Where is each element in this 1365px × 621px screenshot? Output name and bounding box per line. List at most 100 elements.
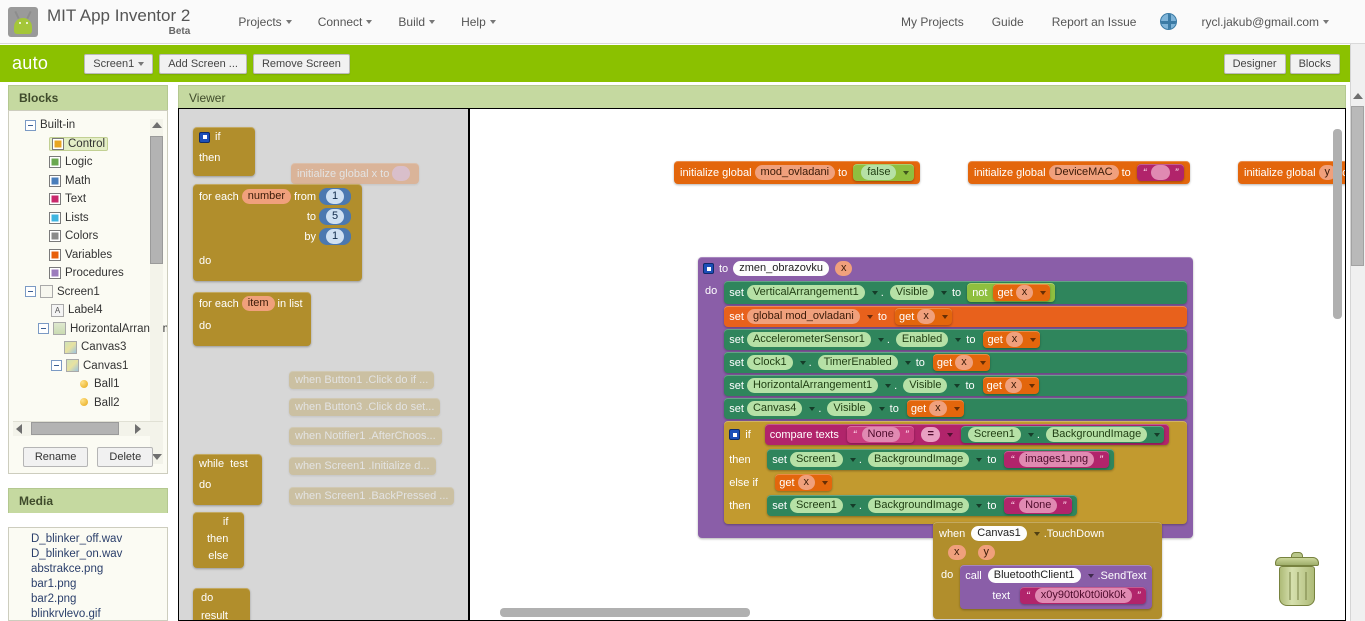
- workspace-vertical-scrollbar[interactable]: [1333, 129, 1342, 319]
- text-value[interactable]: x0y90t0k0t0i0k0k: [1034, 588, 1132, 603]
- text-images1-block[interactable]: “ images1.png ”: [1004, 451, 1109, 468]
- menu-build[interactable]: Build: [385, 11, 448, 33]
- menu-connect[interactable]: Connect: [305, 11, 386, 33]
- palette-category-text[interactable]: Text: [9, 190, 167, 209]
- chevron-down-icon[interactable]: [849, 457, 856, 462]
- chevron-down-icon[interactable]: [941, 314, 948, 319]
- chevron-down-icon[interactable]: [979, 360, 986, 365]
- set-global-mod-ovladani-row[interactable]: set global mod_ovladani to get x: [724, 306, 1188, 327]
- chevron-down-icon[interactable]: [1027, 432, 1034, 437]
- flyout-if-then-block[interactable]: if then: [193, 127, 255, 176]
- palette-category-math[interactable]: Math: [9, 172, 167, 191]
- palette-category-lists[interactable]: Lists: [9, 209, 167, 228]
- component-field[interactable]: AccelerometerSensor1: [746, 332, 871, 347]
- chevron-down-icon[interactable]: [1154, 432, 1161, 437]
- property-field[interactable]: TimerEnabled: [817, 355, 898, 370]
- empty-text-block[interactable]: “ ”: [1136, 164, 1185, 181]
- chevron-down-icon[interactable]: [953, 406, 960, 411]
- property-field[interactable]: Visible: [827, 401, 872, 416]
- palette-category-colors[interactable]: Colors: [9, 227, 167, 246]
- chevron-down-icon[interactable]: [903, 170, 910, 175]
- page-scrollbar[interactable]: [1350, 44, 1365, 621]
- chevron-down-icon[interactable]: [885, 383, 892, 388]
- chevron-down-icon[interactable]: [809, 406, 816, 411]
- procedure-name-field[interactable]: zmen_obrazovku: [733, 261, 829, 276]
- flyout-do-result-block[interactable]: do result: [193, 588, 250, 620]
- mutator-icon[interactable]: [703, 263, 714, 274]
- mutator-icon[interactable]: [729, 429, 741, 440]
- property-field[interactable]: Visible: [903, 378, 948, 393]
- scroll-up-icon[interactable]: [1351, 90, 1364, 104]
- chevron-down-icon[interactable]: [1033, 531, 1040, 536]
- blocks-canvas[interactable]: initialize global x to when Button1 .Cli…: [178, 108, 1346, 621]
- get-x-block[interactable]: get x: [932, 354, 990, 371]
- tree-scroll-up-icon[interactable]: [150, 119, 163, 132]
- tree-item-canvas3[interactable]: Canvas3: [9, 338, 167, 357]
- palette-category-control[interactable]: Control: [9, 135, 167, 154]
- chevron-down-icon[interactable]: [954, 383, 961, 388]
- component-field[interactable]: Screen1: [789, 452, 843, 467]
- blocks-tab[interactable]: Blocks: [1289, 53, 1340, 74]
- global-name-field[interactable]: mod_ovladani: [754, 165, 836, 180]
- chevron-down-icon[interactable]: [955, 337, 962, 342]
- get-var-field[interactable]: x: [917, 309, 935, 324]
- media-file-item[interactable]: bar2.png: [9, 592, 167, 607]
- component-field[interactable]: Clock1: [746, 355, 793, 370]
- get-x-block[interactable]: get x: [983, 331, 1041, 348]
- set-accelerometersensor1-enabled-row[interactable]: set AccelerometerSensor1 . Enabled to ge…: [724, 329, 1188, 350]
- set-verticalarrangement1-visible-row[interactable]: set VerticalArrangement1 . Visible to no…: [724, 281, 1188, 304]
- not-block[interactable]: not get x: [967, 283, 1056, 302]
- global-name-field[interactable]: DeviceMAC: [1048, 165, 1119, 180]
- chevron-down-icon[interactable]: [849, 503, 856, 508]
- scroll-right-icon[interactable]: [135, 423, 141, 434]
- chevron-down-icon[interactable]: [946, 432, 953, 437]
- chevron-down-icon[interactable]: [871, 290, 878, 295]
- set-screen1-backgroundimage-none-row[interactable]: set Screen1 . BackgroundImage to “ None: [767, 495, 1078, 516]
- call-component-field[interactable]: BluetoothClient1: [987, 568, 1081, 583]
- get-var-field[interactable]: x: [1005, 332, 1024, 347]
- tree-builtin-root[interactable]: Built-in: [9, 116, 167, 135]
- tree-item-horizontalarrangemer[interactable]: HorizontalArrangemer: [9, 320, 167, 339]
- text-value[interactable]: images1.png: [1019, 452, 1095, 467]
- chevron-down-icon[interactable]: [1087, 573, 1094, 578]
- operator-field[interactable]: =: [921, 427, 940, 442]
- property-field[interactable]: BackgroundImage: [867, 498, 970, 513]
- scroll-left-icon[interactable]: [16, 423, 22, 434]
- set-screen1-backgroundimage-row[interactable]: set Screen1 . BackgroundImage to “ image…: [767, 449, 1114, 470]
- mutator-icon[interactable]: [199, 131, 210, 143]
- param-x-field[interactable]: x: [948, 545, 966, 560]
- flyout-while-test-block[interactable]: while test do: [193, 454, 262, 505]
- property-field[interactable]: BackgroundImage: [867, 452, 970, 467]
- account-email[interactable]: rycl.jakub@gmail.com: [1187, 11, 1343, 33]
- get-var-field[interactable]: x: [955, 355, 973, 370]
- by-value[interactable]: 1: [326, 229, 345, 244]
- procedure-param-field[interactable]: x: [834, 261, 853, 276]
- get-x-block[interactable]: get x: [906, 400, 964, 417]
- text-value[interactable]: None: [1019, 498, 1058, 513]
- item-var-field[interactable]: item: [241, 296, 275, 311]
- media-file-item[interactable]: blinkrvlevo.gif: [9, 607, 167, 620]
- trash-can-icon[interactable]: [1273, 552, 1321, 608]
- menu-help[interactable]: Help: [448, 11, 509, 33]
- param-y-field[interactable]: y: [977, 545, 995, 560]
- from-value[interactable]: 1: [326, 189, 345, 204]
- tree-item-canvas1[interactable]: Canvas1: [9, 357, 167, 376]
- tree-item-ball2[interactable]: Ball2: [9, 394, 167, 413]
- text-none-block[interactable]: “ None ”: [846, 426, 915, 443]
- remove-screen-button[interactable]: Remove Screen: [252, 53, 350, 74]
- init-global-mod-ovladani-block[interactable]: initialize global mod_ovladani to false: [674, 161, 921, 184]
- chevron-down-icon[interactable]: [976, 503, 983, 508]
- global-field[interactable]: global mod_ovladani: [746, 309, 860, 324]
- get-x-block[interactable]: get x: [775, 474, 833, 491]
- media-file-item[interactable]: abstrakce.png: [9, 562, 167, 577]
- chevron-down-icon[interactable]: [941, 290, 947, 295]
- get-var-field[interactable]: x: [929, 401, 947, 416]
- tree-hscrollbar-thumb[interactable]: [31, 422, 119, 436]
- blocks-workspace[interactable]: initialize global mod_ovladani to false …: [470, 109, 1345, 620]
- screen-selector-dropdown[interactable]: Screen1: [84, 53, 154, 74]
- nested-if-block[interactable]: if compare texts “ None ” = Screen1 . Ba…: [724, 421, 1188, 524]
- get-x-block[interactable]: get x: [982, 377, 1040, 394]
- property-field[interactable]: Visible: [889, 285, 934, 300]
- get-x-block[interactable]: get x: [895, 308, 952, 325]
- get-var-field[interactable]: x: [1015, 285, 1034, 300]
